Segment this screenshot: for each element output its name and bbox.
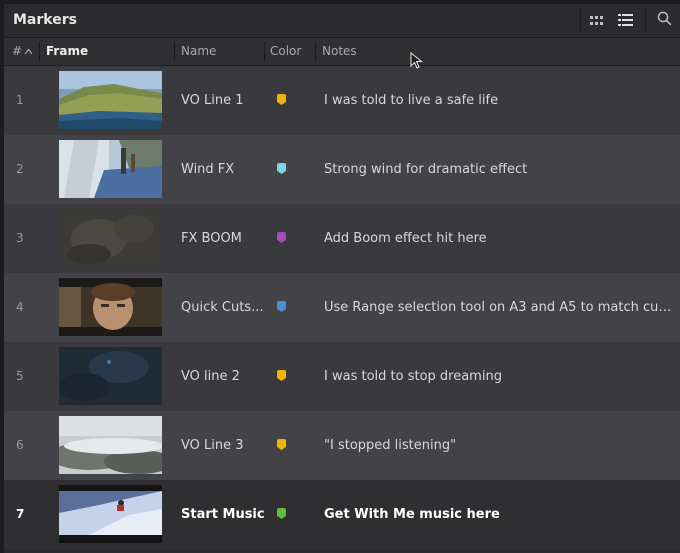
frame-thumbnail[interactable] bbox=[59, 416, 162, 474]
frame-thumbnail[interactable] bbox=[59, 209, 162, 267]
marker-note: Use Range selection tool on A3 and A5 to… bbox=[324, 300, 676, 315]
column-notes-header[interactable]: Notes bbox=[322, 38, 357, 65]
marker-name: Quick Cuts... bbox=[181, 300, 264, 315]
panel-titlebar: Markers bbox=[4, 4, 680, 38]
mouse-pointer-icon bbox=[410, 51, 424, 74]
marker-number: 3 bbox=[16, 231, 24, 245]
markers-panel: Markers # Frame Name Color Notes 1 VO Li… bbox=[4, 4, 680, 553]
marker-number: 1 bbox=[16, 93, 24, 107]
search-button[interactable] bbox=[649, 8, 679, 33]
grid-view-button[interactable] bbox=[582, 8, 612, 33]
marker-name: Wind FX bbox=[181, 162, 235, 177]
search-icon bbox=[657, 11, 672, 30]
column-divider bbox=[264, 42, 265, 61]
column-name-header[interactable]: Name bbox=[181, 38, 216, 65]
marker-number: 7 bbox=[16, 507, 25, 521]
marker-color-flag[interactable] bbox=[277, 301, 286, 312]
marker-color-flag[interactable] bbox=[277, 370, 286, 381]
marker-row[interactable]: 1 VO Line 1 I was told to live a safe li… bbox=[4, 66, 680, 135]
marker-row[interactable]: 5 VO line 2 I was told to stop dreaming bbox=[4, 342, 680, 411]
marker-row[interactable]: 3 FX BOOM Add Boom effect hit here bbox=[4, 204, 680, 273]
list-view-icon bbox=[617, 11, 633, 30]
toolbar-divider bbox=[645, 8, 646, 33]
marker-color-flag[interactable] bbox=[277, 163, 286, 174]
marker-note: Get With Me music here bbox=[324, 507, 500, 522]
marker-name: FX BOOM bbox=[181, 231, 242, 246]
column-divider bbox=[39, 42, 40, 61]
marker-color-flag[interactable] bbox=[277, 232, 286, 243]
marker-note: I was told to stop dreaming bbox=[324, 369, 502, 384]
panel-title: Markers bbox=[13, 12, 77, 28]
marker-note: Add Boom effect hit here bbox=[324, 231, 487, 246]
marker-number: 2 bbox=[16, 162, 24, 176]
toolbar-divider bbox=[580, 8, 581, 33]
marker-name: VO line 2 bbox=[181, 369, 240, 384]
marker-name: VO Line 1 bbox=[181, 93, 244, 108]
column-divider bbox=[174, 42, 175, 61]
marker-note: "I stopped listening" bbox=[324, 438, 457, 453]
marker-note: I was told to live a safe life bbox=[324, 93, 499, 108]
column-color-header[interactable]: Color bbox=[270, 38, 301, 65]
marker-number: 5 bbox=[16, 369, 24, 383]
column-divider bbox=[315, 42, 316, 61]
column-number-header[interactable]: # bbox=[12, 38, 22, 65]
marker-name: VO Line 3 bbox=[181, 438, 244, 453]
grid-view-icon bbox=[590, 11, 604, 30]
marker-name: Start Music bbox=[181, 507, 265, 522]
list-view-button[interactable] bbox=[610, 8, 640, 33]
marker-note: Strong wind for dramatic effect bbox=[324, 162, 528, 177]
marker-row-selected[interactable]: 7 Start Music Get With Me music here bbox=[4, 480, 680, 549]
marker-number: 6 bbox=[16, 438, 24, 452]
marker-row[interactable]: 2 Wind FX Strong wind for dramatic effec… bbox=[4, 135, 680, 204]
frame-thumbnail[interactable] bbox=[59, 140, 162, 198]
marker-number: 4 bbox=[16, 300, 24, 314]
marker-row[interactable]: 4 Quick Cuts... Use Range selection tool… bbox=[4, 273, 680, 342]
marker-color-flag[interactable] bbox=[277, 94, 286, 105]
marker-row[interactable]: 6 VO Line 3 "I stopped listening" bbox=[4, 411, 680, 480]
column-header: # Frame Name Color Notes bbox=[4, 38, 680, 66]
frame-thumbnail[interactable] bbox=[59, 485, 162, 543]
frame-thumbnail[interactable] bbox=[59, 278, 162, 336]
sort-ascending-icon[interactable] bbox=[24, 38, 33, 65]
column-frame-header[interactable]: Frame bbox=[46, 38, 88, 65]
frame-thumbnail[interactable] bbox=[59, 71, 162, 129]
marker-color-flag[interactable] bbox=[277, 439, 286, 450]
marker-color-flag[interactable] bbox=[277, 508, 286, 519]
frame-thumbnail[interactable] bbox=[59, 347, 162, 405]
